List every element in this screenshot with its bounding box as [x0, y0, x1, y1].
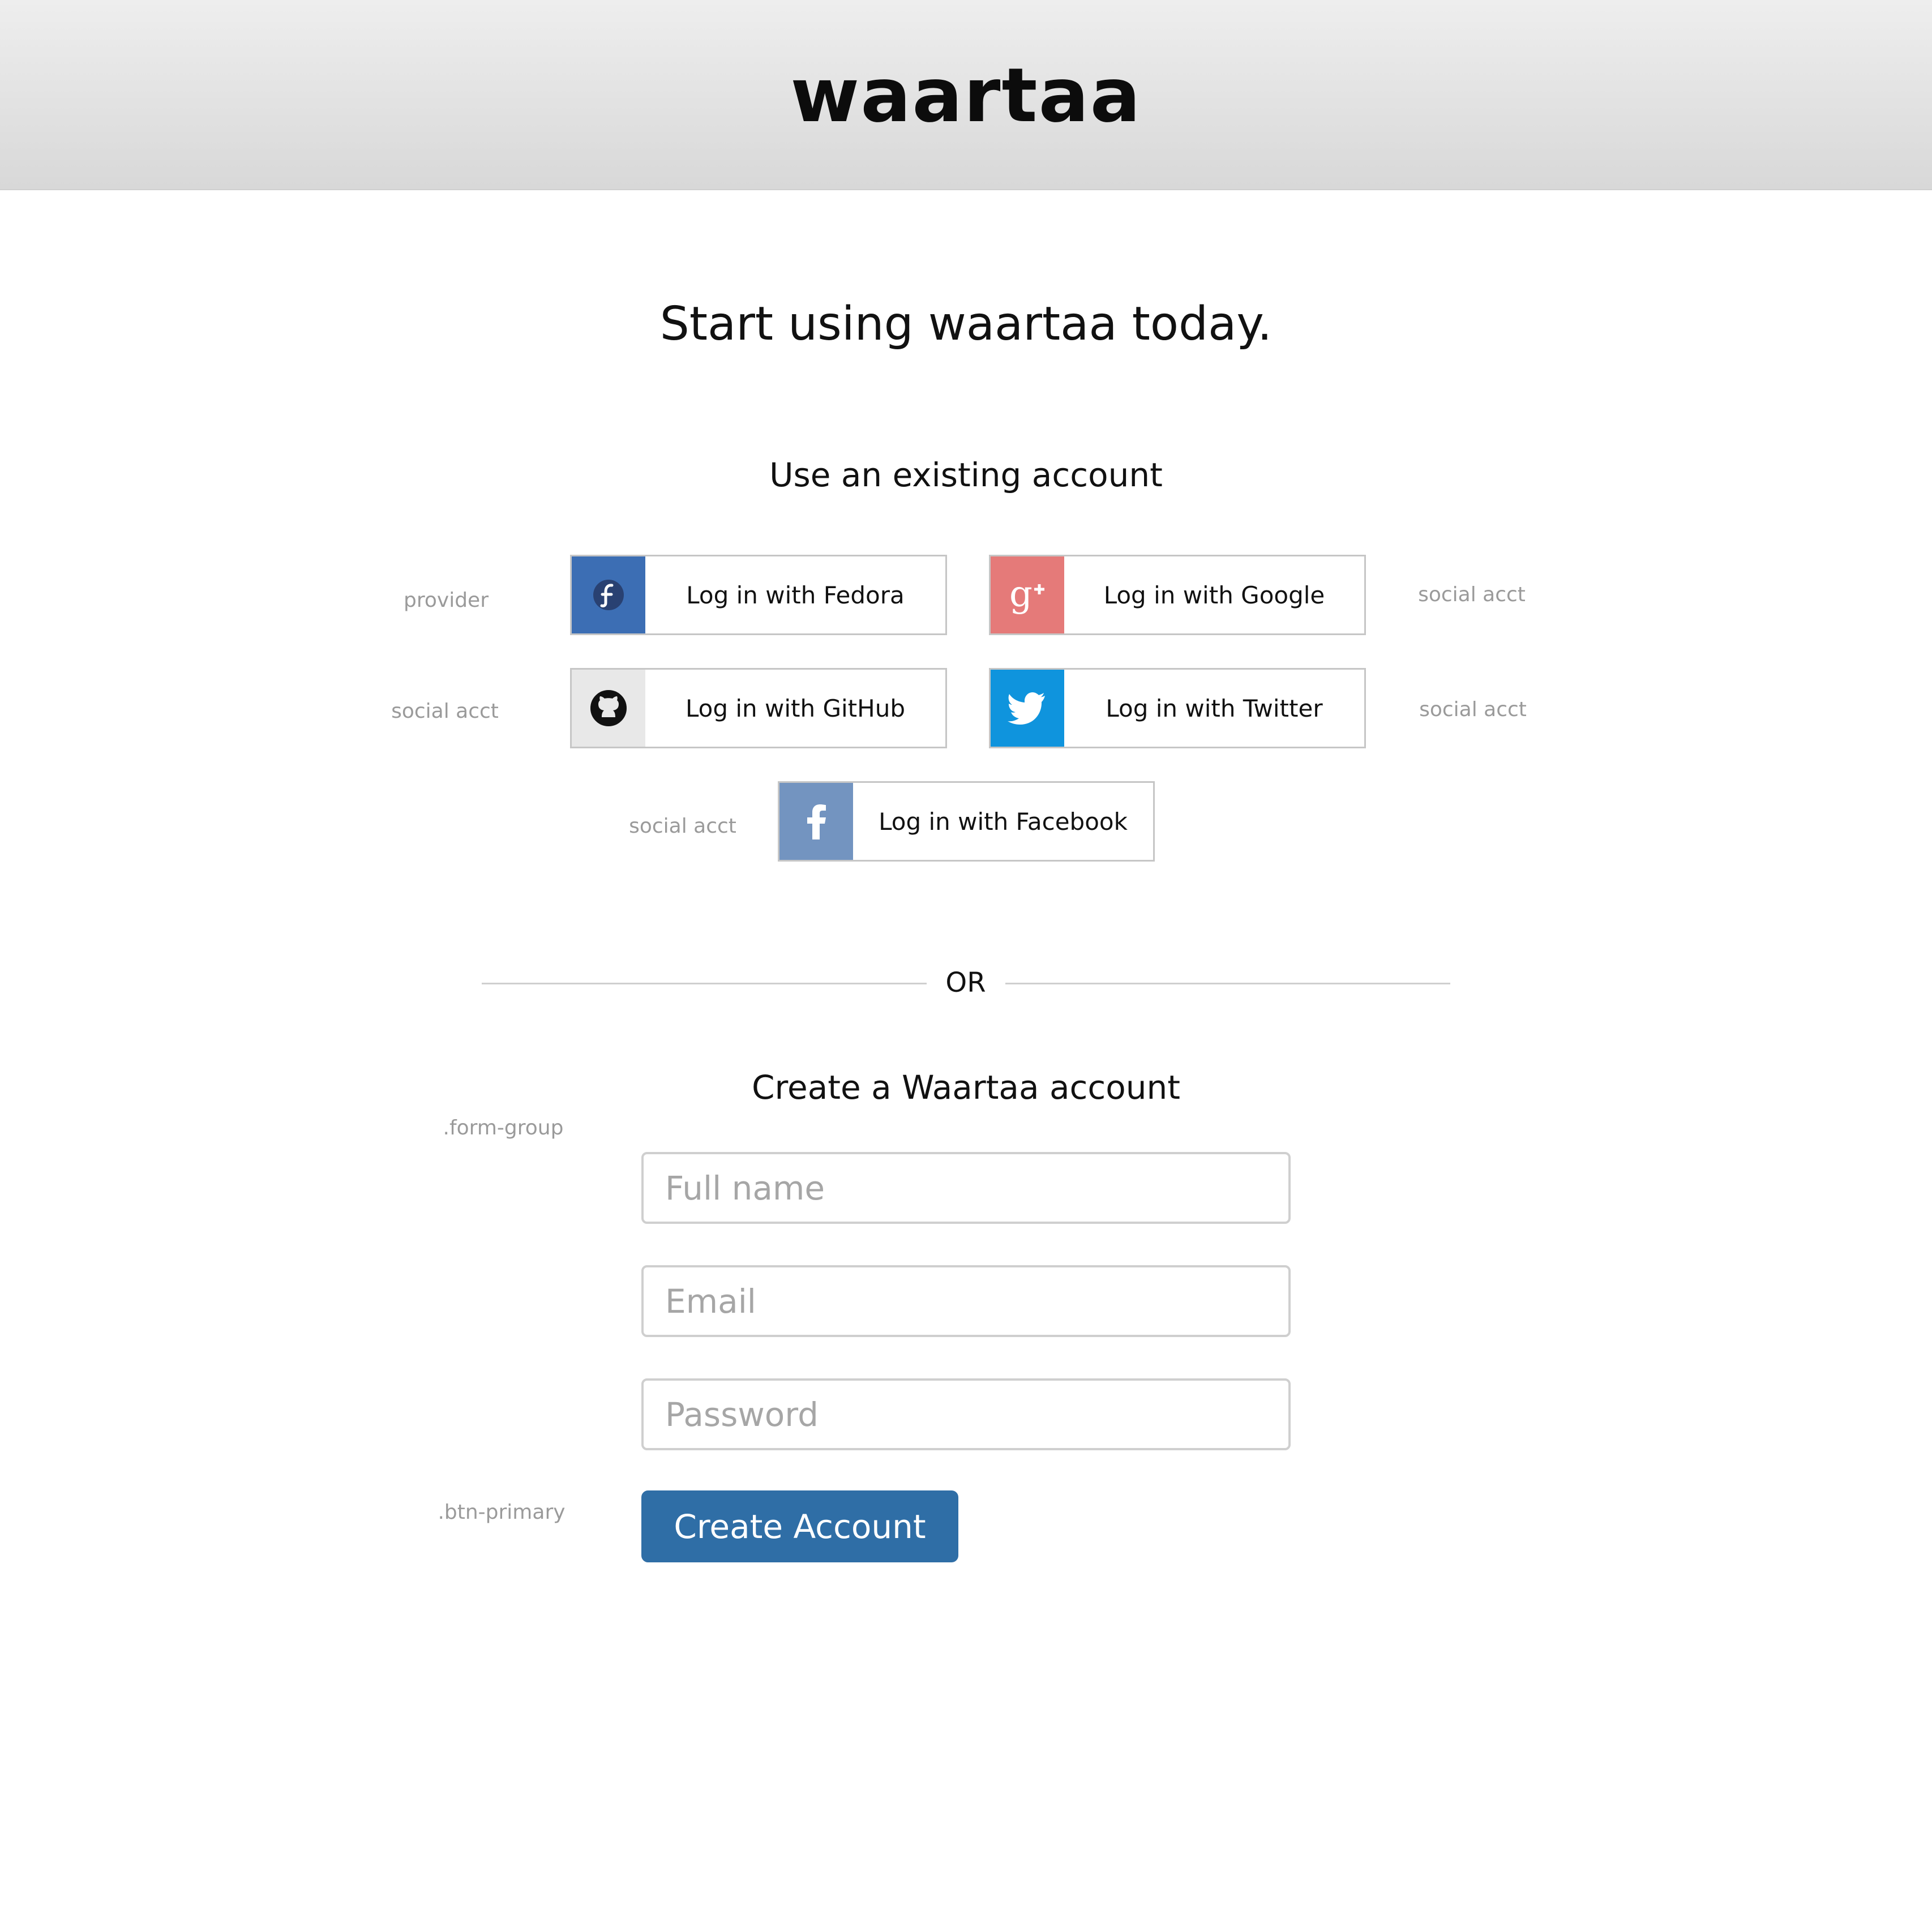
annotation-social-acct-google: social acct: [1418, 583, 1526, 606]
google-plus-icon: g: [991, 556, 1064, 633]
facebook-login-label: Log in with Facebook: [879, 807, 1128, 836]
annotation-form-group: .form-group: [443, 1116, 564, 1140]
create-account-heading: Create a Waartaa account: [751, 1068, 1181, 1107]
fedora-login-label: Log in with Fedora: [686, 581, 905, 609]
facebook-icon: [779, 783, 853, 860]
top-header: waartaa: [0, 0, 1932, 190]
full-name-input[interactable]: [641, 1152, 1291, 1224]
twitter-login-label: Log in with Twitter: [1106, 694, 1323, 722]
google-login-label: Log in with Google: [1103, 581, 1325, 609]
annotation-provider: provider: [404, 589, 489, 612]
annotation-social-acct-facebook: social acct: [629, 815, 736, 838]
google-login-button[interactable]: g Log in with Google: [989, 555, 1366, 635]
page-title: Start using waartaa today.: [659, 297, 1273, 351]
existing-account-heading: Use an existing account: [769, 456, 1163, 494]
github-icon: [572, 670, 645, 747]
fedora-icon: [572, 556, 645, 633]
facebook-login-button[interactable]: Log in with Facebook: [778, 781, 1155, 862]
twitter-icon: [991, 670, 1064, 747]
github-login-label: Log in with GitHub: [685, 694, 905, 722]
create-account-button[interactable]: Create Account: [641, 1490, 958, 1562]
password-input[interactable]: [641, 1378, 1291, 1450]
brand-logo[interactable]: waartaa: [0, 48, 1932, 144]
annotation-btn-primary: .btn-primary: [438, 1501, 566, 1524]
fedora-login-button[interactable]: Log in with Fedora: [570, 555, 947, 635]
annotation-social-acct-github: social acct: [391, 700, 499, 723]
twitter-login-button[interactable]: Log in with Twitter: [989, 668, 1366, 748]
divider-left-line: [482, 983, 927, 984]
annotation-social-acct-twitter: social acct: [1419, 698, 1527, 721]
divider-right-line: [1005, 983, 1450, 984]
email-input[interactable]: [641, 1265, 1291, 1337]
github-login-button[interactable]: Log in with GitHub: [570, 668, 947, 748]
svg-text:g: g: [1009, 573, 1033, 615]
